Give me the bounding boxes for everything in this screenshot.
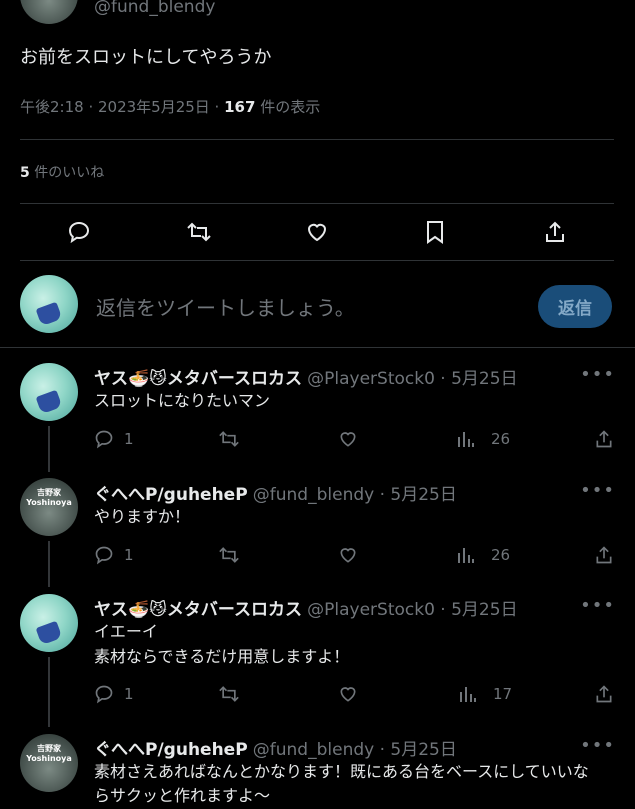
- thread-line: [48, 657, 50, 727]
- reply-like-button[interactable]: [338, 684, 358, 704]
- main-like-button[interactable]: [305, 220, 329, 244]
- share-icon: [596, 546, 612, 564]
- reply-views-button[interactable]: 17: [459, 684, 512, 704]
- like-icon: [340, 548, 356, 563]
- divider: [20, 203, 614, 204]
- reply-avatar[interactable]: [20, 363, 78, 421]
- main-tweet-views-label: 件の表示: [255, 98, 321, 116]
- main-tweet-time[interactable]: 午後2:18 · 2023年5月25日 ·: [20, 98, 224, 116]
- reply-icon: [95, 546, 113, 565]
- reply-author-name[interactable]: ヤス🍜😼メタバースロカス: [94, 369, 302, 389]
- avatar-badge-text: 吉野家 Yoshinoya: [26, 488, 72, 507]
- reply-share-button[interactable]: [594, 684, 614, 704]
- main-tweet-text: お前をスロットにしてやろうか: [20, 47, 272, 68]
- reply-count: 1: [124, 546, 134, 564]
- reply-comment-button[interactable]: 1: [94, 545, 134, 565]
- reply-avatar[interactable]: 吉野家 Yoshinoya: [20, 478, 78, 536]
- reply-count: 1: [124, 430, 134, 448]
- reply-like-button[interactable]: [338, 545, 358, 565]
- reply-author-name[interactable]: ヤス🍜😼メタバースロカス: [94, 600, 302, 620]
- share-icon: [596, 685, 612, 703]
- reply-avatar[interactable]: 吉野家 Yoshinoya: [20, 734, 78, 792]
- main-tweet-handle[interactable]: @fund_blendy: [94, 0, 215, 17]
- retweet-icon: [219, 686, 239, 702]
- views-count: 26: [491, 430, 511, 448]
- main-reply-button[interactable]: [67, 220, 91, 244]
- retweet-icon: [219, 431, 239, 447]
- main-tweet-views-count: 167: [224, 98, 256, 116]
- main-bookmark-button[interactable]: [424, 220, 446, 244]
- reply-comment-button[interactable]: 1: [94, 429, 134, 449]
- divider: [20, 139, 614, 140]
- main-tweet-avatar[interactable]: 吉野家 Yoshinoya: [20, 0, 78, 24]
- likes-label: 件のいいね: [29, 165, 105, 181]
- reply-text: やりますか！: [94, 507, 191, 526]
- reply-author-name[interactable]: ぐへへP/guheheP: [94, 485, 248, 505]
- divider: [0, 347, 635, 348]
- thread-line: [48, 426, 50, 472]
- reply-like-button[interactable]: [338, 429, 358, 449]
- more-options-icon[interactable]: •••: [580, 595, 615, 616]
- bookmark-icon: [427, 221, 443, 244]
- like-icon: [340, 432, 356, 447]
- reply-text: らサクッと作れますよ〜: [94, 786, 271, 805]
- more-options-icon[interactable]: •••: [580, 364, 615, 385]
- reply-retweet-button[interactable]: [218, 684, 240, 704]
- reply-text: 素材さえあればなんとかなります！既にある台をベースにしていいな: [94, 762, 589, 781]
- reply-author-handle[interactable]: @PlayerStock0 · 5月25日: [307, 600, 517, 620]
- reply-author-handle[interactable]: @fund_blendy · 5月25日: [253, 485, 457, 505]
- divider: [20, 260, 614, 261]
- share-icon: [596, 430, 612, 448]
- views-icon: [458, 548, 474, 563]
- views-count: 17: [493, 685, 513, 703]
- reply-icon: [95, 430, 113, 449]
- reply-share-button[interactable]: [594, 429, 614, 449]
- reply-icon: [95, 685, 113, 704]
- reply-share-button[interactable]: [594, 545, 614, 565]
- main-retweet-button[interactable]: [186, 220, 212, 244]
- reply-count: 1: [124, 685, 134, 703]
- more-options-icon[interactable]: •••: [580, 735, 615, 756]
- reply-text: スロットになりたいマン: [94, 391, 271, 410]
- reply-text: 素材ならできるだけ用意しますよ！: [94, 647, 350, 666]
- reply-header: ヤス🍜😼メタバースロカス @PlayerStock0 · 5月25日: [94, 595, 518, 620]
- views-icon: [458, 432, 474, 447]
- views-count: 26: [491, 546, 511, 564]
- reply-comment-button[interactable]: 1: [94, 684, 134, 704]
- compose-avatar[interactable]: [20, 275, 78, 333]
- retweet-icon: [219, 547, 239, 563]
- reply-header: ヤス🍜😼メタバースロカス @PlayerStock0 · 5月25日: [94, 364, 518, 389]
- main-tweet-meta: 午後2:18 · 2023年5月25日 · 167 件の表示: [20, 96, 320, 117]
- like-icon: [340, 687, 356, 702]
- reply-header: ぐへへP/guheheP @fund_blendy · 5月25日: [94, 735, 457, 760]
- reply-views-button[interactable]: 26: [457, 429, 510, 449]
- reply-icon: [68, 221, 90, 244]
- reply-views-button[interactable]: 26: [457, 545, 510, 565]
- reply-retweet-button[interactable]: [218, 429, 240, 449]
- retweet-icon: [187, 222, 211, 242]
- like-icon: [307, 223, 327, 242]
- reply-author-name[interactable]: ぐへへP/guheheP: [94, 740, 248, 760]
- reply-author-handle[interactable]: @fund_blendy · 5月25日: [253, 740, 457, 760]
- avatar-badge-text: 吉野家 Yoshinoya: [26, 744, 72, 763]
- reply-submit-button[interactable]: 返信: [538, 285, 612, 328]
- main-share-button[interactable]: [543, 220, 567, 244]
- reply-author-handle[interactable]: @PlayerStock0 · 5月25日: [307, 369, 517, 389]
- likes-count: 5: [20, 165, 30, 181]
- reply-avatar[interactable]: [20, 594, 78, 652]
- reply-header: ぐへへP/guheheP @fund_blendy · 5月25日: [94, 480, 457, 505]
- reply-text: イエーイ: [94, 622, 158, 641]
- thread-line: [48, 541, 50, 587]
- more-options-icon[interactable]: •••: [580, 480, 615, 501]
- views-icon: [460, 687, 476, 702]
- likes-stat[interactable]: 5 件のいいね: [20, 162, 104, 182]
- share-icon: [546, 221, 564, 242]
- reply-retweet-button[interactable]: [218, 545, 240, 565]
- reply-input[interactable]: [94, 290, 518, 326]
